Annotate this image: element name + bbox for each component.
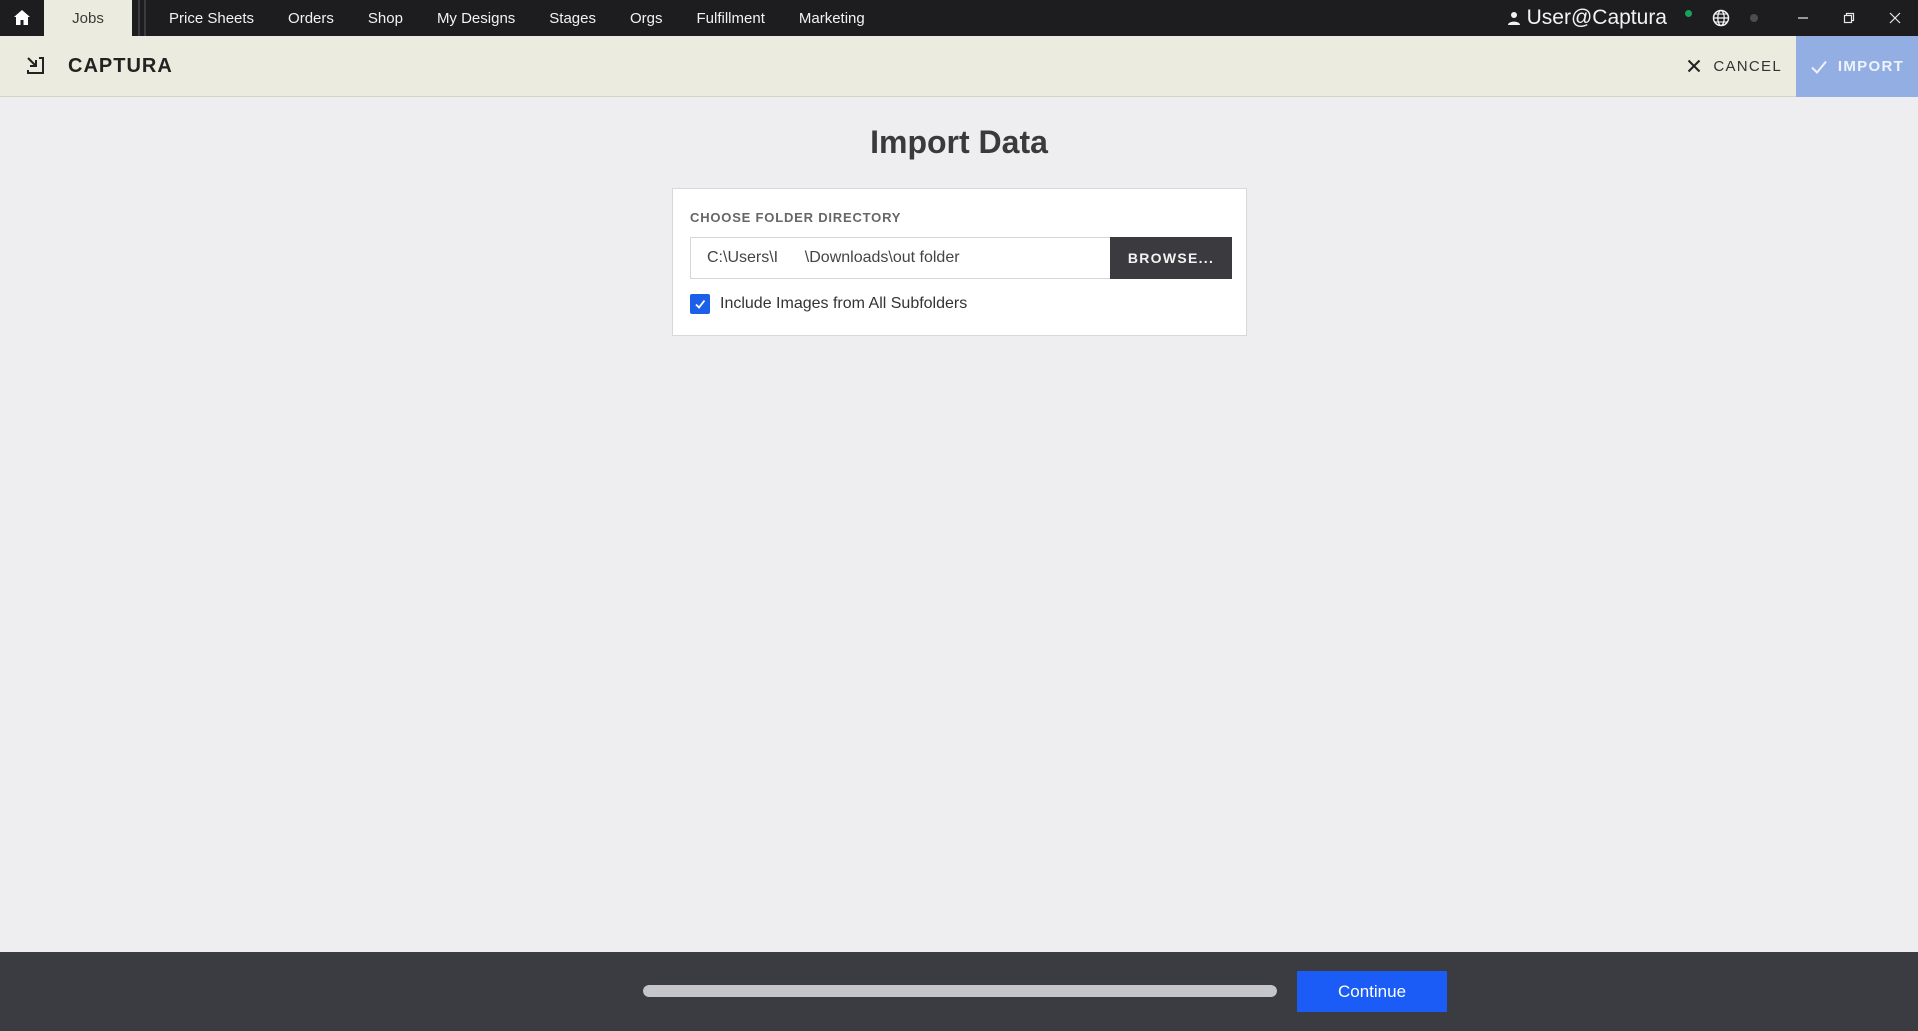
home-icon	[14, 10, 30, 25]
tab-my-designs[interactable]: My Designs	[420, 0, 532, 36]
checkmark-icon	[695, 299, 706, 309]
tab-orders[interactable]: Orders	[271, 0, 351, 36]
top-nav-bar: Jobs Price Sheets Orders Shop My Designs…	[0, 0, 1918, 36]
continue-button[interactable]: Continue	[1297, 971, 1447, 1012]
close-window-button[interactable]	[1872, 0, 1918, 36]
tab-price-sheets[interactable]: Price Sheets	[152, 0, 271, 36]
user-name: User@Captura	[1526, 6, 1667, 29]
window-controls-area: User@Captura	[1507, 0, 1918, 36]
include-subfolders-checkbox[interactable]	[690, 294, 710, 314]
page-title: Import Data	[870, 124, 1048, 160]
folder-directory-label: CHOOSE FOLDER DIRECTORY	[690, 210, 902, 225]
indicator-dot	[1750, 14, 1758, 22]
tab-jobs[interactable]: Jobs	[44, 0, 132, 36]
folder-path-input[interactable]	[690, 237, 1111, 279]
restore-button[interactable]	[1826, 0, 1872, 36]
tab-stages[interactable]: Stages	[532, 0, 613, 36]
restore-icon	[1843, 12, 1855, 24]
tab-fulfillment[interactable]: Fulfillment	[680, 0, 782, 36]
user-menu[interactable]: User@Captura	[1507, 6, 1667, 30]
tab-separator	[132, 0, 152, 36]
minimize-icon	[1798, 17, 1808, 19]
browse-button[interactable]: BROWSE...	[1110, 237, 1232, 279]
brand-title: CAPTURA	[68, 54, 173, 77]
include-subfolders-label[interactable]: Include Images from All Subfolders	[720, 295, 967, 313]
cancel-button[interactable]: CANCEL	[1687, 36, 1782, 96]
close-icon	[1889, 12, 1901, 24]
check-icon	[1811, 60, 1827, 74]
progress-bar	[643, 985, 1277, 997]
import-arrow-icon	[27, 57, 44, 74]
home-button[interactable]	[0, 0, 44, 36]
progress-fill	[643, 985, 1277, 997]
cancel-label: CANCEL	[1713, 57, 1782, 75]
tab-shop[interactable]: Shop	[351, 0, 420, 36]
tab-marketing[interactable]: Marketing	[782, 0, 882, 36]
import-label: IMPORT	[1837, 58, 1905, 75]
folder-directory-panel: CHOOSE FOLDER DIRECTORY BROWSE... Includ…	[672, 188, 1247, 336]
x-icon	[1688, 59, 1701, 73]
tab-orgs[interactable]: Orgs	[613, 0, 680, 36]
sub-header: CAPTURA CANCEL IMPORT	[0, 36, 1918, 97]
minimize-button[interactable]	[1780, 0, 1826, 36]
user-icon	[1507, 12, 1520, 25]
footer-bar: Continue	[0, 952, 1918, 1031]
import-button[interactable]: IMPORT	[1796, 36, 1918, 97]
globe-icon[interactable]	[1712, 9, 1730, 27]
online-status-dot	[1685, 9, 1692, 17]
